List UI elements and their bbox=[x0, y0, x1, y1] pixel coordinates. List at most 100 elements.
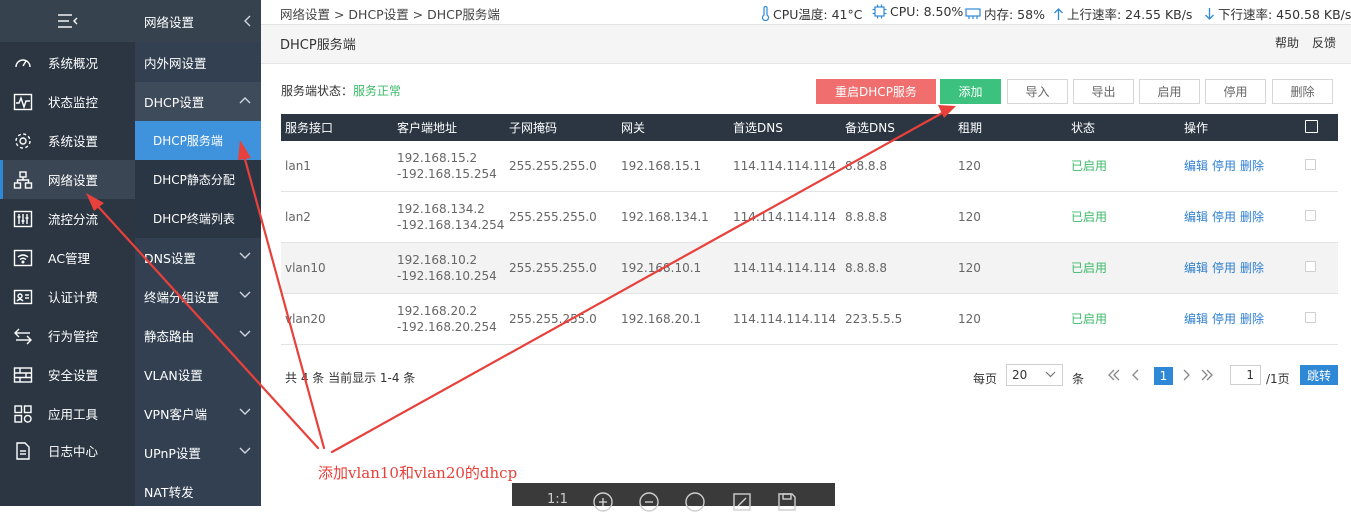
cell-gateway: 192.168.15.1 bbox=[617, 141, 729, 192]
sidebar-item-network-settings[interactable]: 网络设置 bbox=[0, 160, 135, 199]
chevron-down-icon bbox=[1045, 371, 1056, 378]
sidebar-item-auth-billing[interactable]: 认证计费 bbox=[0, 277, 135, 316]
cell-interface: vlan20 bbox=[281, 293, 393, 345]
col-header-select-all[interactable] bbox=[1301, 114, 1338, 141]
submenu-item-lan-wan[interactable]: 内外网设置 bbox=[135, 43, 261, 82]
import-button[interactable]: 导入 bbox=[1007, 79, 1068, 104]
submenu-item-label: UPnP设置 bbox=[144, 446, 201, 461]
collapse-menu-icon[interactable] bbox=[58, 13, 78, 29]
edit-link[interactable]: 编辑 bbox=[1184, 210, 1208, 224]
submenu-item-label: DHCP静态分配 bbox=[153, 173, 235, 187]
row-checkbox[interactable] bbox=[1305, 210, 1316, 221]
save-icon[interactable] bbox=[776, 491, 798, 513]
submenu-item-vpn-client[interactable]: VPN客户端 bbox=[135, 394, 261, 433]
sidebar-item-system-settings[interactable]: 系统设置 bbox=[0, 121, 135, 160]
apps-icon bbox=[12, 403, 34, 425]
row-checkbox[interactable] bbox=[1305, 261, 1316, 272]
memory-value: 内存: 58% bbox=[984, 7, 1045, 22]
edit-icon[interactable] bbox=[731, 491, 753, 513]
submenu-item-upnp[interactable]: UPnP设置 bbox=[135, 433, 261, 472]
sidebar-item-label: 认证计费 bbox=[48, 290, 99, 305]
submenu-title[interactable]: 网络设置 bbox=[135, 0, 261, 42]
sidebar-item-label: AC管理 bbox=[48, 251, 91, 266]
page-jump-input[interactable] bbox=[1230, 365, 1261, 385]
submenu-item-static-route[interactable]: 静态路由 bbox=[135, 316, 261, 355]
disable-link[interactable]: 停用 bbox=[1212, 210, 1236, 224]
sidebar-item-monitor[interactable]: 状态监控 bbox=[0, 82, 135, 121]
sidebar-item-log-center[interactable]: 日志中心 bbox=[0, 431, 135, 470]
cell-gateway: 192.168.10.1 bbox=[617, 242, 729, 294]
delete-button[interactable]: 删除 bbox=[1272, 79, 1333, 104]
status-topbar: 网络设置 > DHCP设置 > DHCP服务端 CPU温度: 41°C CPU:… bbox=[261, 0, 1351, 25]
sidebar-item-behavior-control[interactable]: 行为管控 bbox=[0, 316, 135, 355]
zoom-level[interactable]: 1:1 bbox=[547, 492, 568, 507]
help-link[interactable]: 帮助 bbox=[1275, 34, 1299, 51]
total-pages: /1页 bbox=[1266, 372, 1290, 386]
last-page-icon[interactable] bbox=[1200, 368, 1214, 382]
swap-arrows-icon bbox=[12, 325, 34, 347]
first-page-icon[interactable] bbox=[1107, 368, 1121, 382]
submenu-item-dhcp-clients[interactable]: DHCP终端列表 bbox=[135, 199, 261, 238]
firewall-icon bbox=[12, 364, 34, 386]
zoom-in-icon[interactable] bbox=[592, 491, 614, 513]
download-value: 下行速率: 450.58 KB/s bbox=[1218, 7, 1351, 22]
disable-link[interactable]: 停用 bbox=[1212, 159, 1236, 173]
col-header-secondary-dns: 备选DNS bbox=[841, 114, 954, 141]
rotate-icon[interactable] bbox=[684, 491, 706, 513]
sidebar-item-ac-management[interactable]: AC管理 bbox=[0, 238, 135, 277]
disable-button[interactable]: 停用 bbox=[1205, 79, 1266, 104]
next-page-icon[interactable] bbox=[1181, 368, 1191, 382]
sidebar-item-overview[interactable]: 系统概况 bbox=[0, 43, 135, 82]
submenu-item-terminal-group[interactable]: 终端分组设置 bbox=[135, 277, 261, 316]
cell-actions: 编辑 停用 删除 bbox=[1180, 141, 1301, 192]
edit-link[interactable]: 编辑 bbox=[1184, 261, 1208, 275]
server-status: 服务端状态：服务正常 bbox=[281, 82, 401, 99]
chevron-down-icon bbox=[239, 291, 251, 299]
select-all-checkbox[interactable] bbox=[1305, 119, 1318, 133]
jump-button[interactable]: 跳转 bbox=[1300, 365, 1338, 385]
network-submenu: 网络设置 内外网设置 DHCP设置 DHCP服务端 DHCP静态分配 DHCP终… bbox=[135, 0, 261, 506]
row-checkbox[interactable] bbox=[1305, 159, 1316, 170]
row-checkbox[interactable] bbox=[1305, 312, 1316, 323]
cell-gateway: 192.168.134.1 bbox=[617, 191, 729, 243]
disable-link[interactable]: 停用 bbox=[1212, 261, 1236, 275]
add-button[interactable]: 添加 bbox=[940, 79, 1001, 104]
breadcrumb: 网络设置 > DHCP设置 > DHCP服务端 bbox=[280, 7, 500, 22]
chevron-left-icon[interactable] bbox=[243, 15, 251, 27]
page-number-current[interactable]: 1 bbox=[1154, 367, 1173, 385]
delete-link[interactable]: 删除 bbox=[1240, 159, 1264, 173]
submenu-item-nat[interactable]: NAT转发 bbox=[135, 472, 261, 511]
submenu-item-vlan[interactable]: VLAN设置 bbox=[135, 355, 261, 394]
edit-link[interactable]: 编辑 bbox=[1184, 159, 1208, 173]
delete-link[interactable]: 删除 bbox=[1240, 210, 1264, 224]
sidebar-item-traffic-control[interactable]: 流控分流 bbox=[0, 199, 135, 238]
zoom-out-icon[interactable] bbox=[638, 491, 660, 513]
feedback-link[interactable]: 反馈 bbox=[1312, 34, 1336, 51]
sidebar-item-app-tools[interactable]: 应用工具 bbox=[0, 394, 135, 433]
edit-link[interactable]: 编辑 bbox=[1184, 312, 1208, 326]
per-page-select[interactable]: 20 bbox=[1006, 364, 1063, 386]
table-row: lan1 192.168.15.2 -192.168.15.254 255.255… bbox=[281, 141, 1338, 192]
export-button[interactable]: 导出 bbox=[1073, 79, 1134, 104]
submenu-item-dhcp-server[interactable]: DHCP服务端 bbox=[135, 121, 261, 160]
prev-page-icon[interactable] bbox=[1131, 368, 1141, 382]
page-header: DHCP服务端 帮助 反馈 bbox=[261, 25, 1351, 64]
submenu-item-dns[interactable]: DNS设置 bbox=[135, 238, 261, 277]
sidebar-item-security[interactable]: 安全设置 bbox=[0, 355, 135, 394]
delete-link[interactable]: 删除 bbox=[1240, 312, 1264, 326]
delete-link[interactable]: 删除 bbox=[1240, 261, 1264, 275]
submenu-item-dhcp[interactable]: DHCP设置 bbox=[135, 82, 261, 121]
range-start: 192.168.10.2 bbox=[397, 253, 478, 267]
dhcp-server-table: 服务接口 客户端地址 子网掩码 网关 首选DNS 备选DNS 租期 状态 操作 … bbox=[281, 114, 1338, 345]
enable-button[interactable]: 启用 bbox=[1139, 79, 1200, 104]
cell-lease: 120 bbox=[954, 191, 1067, 243]
cell-lease: 120 bbox=[954, 242, 1067, 294]
submenu-item-dhcp-static[interactable]: DHCP静态分配 bbox=[135, 160, 261, 199]
col-header-interface: 服务接口 bbox=[281, 114, 393, 141]
sidebar-item-label: 流控分流 bbox=[48, 212, 99, 227]
restart-dhcp-button[interactable]: 重启DHCP服务 bbox=[816, 79, 936, 104]
cell-status: 已启用 bbox=[1067, 141, 1180, 192]
cell-lease: 120 bbox=[954, 141, 1067, 192]
cell-gateway: 192.168.20.1 bbox=[617, 293, 729, 345]
disable-link[interactable]: 停用 bbox=[1212, 312, 1236, 326]
